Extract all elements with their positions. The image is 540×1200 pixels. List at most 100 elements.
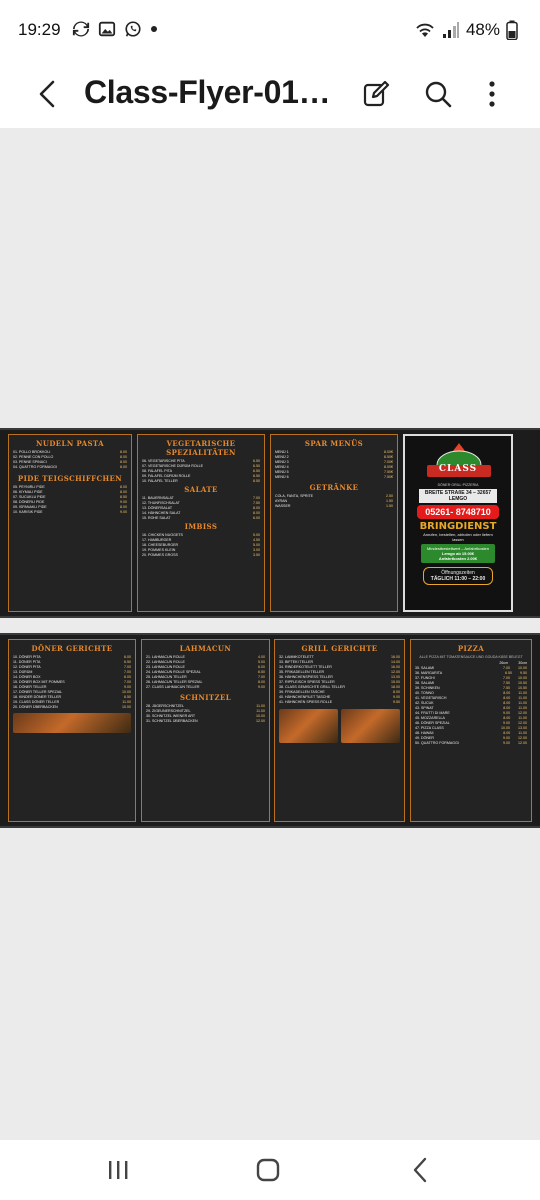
restaurant-address: BREITE STRAßE 34 – 32657 LEMGO	[419, 489, 497, 503]
restaurant-phone: 05261- 8748710	[417, 505, 499, 519]
edit-button[interactable]	[356, 72, 396, 116]
menu-panel-pasta: NUDELN PASTA 01. POLLO BROKKOLI 8.00 02. P…	[8, 434, 132, 612]
battery-percent: 48%	[465, 20, 500, 39]
panel-title: PIZZA	[457, 644, 485, 653]
menu-item-name: WASSER	[275, 504, 291, 508]
menu-item: 20. DÖNER ÜBERBACKEN 10.00	[13, 705, 131, 710]
panel-title: VEGETARISCHE SPEZIALITÄTEN	[166, 439, 236, 457]
image-icon	[98, 21, 116, 37]
dot-icon	[151, 26, 157, 32]
menu-panel-pizza: PIZZA ALLE PIZZA MIT TOMATENSAUCE UND GO…	[410, 639, 532, 822]
menu-item-price: 9.50	[393, 700, 400, 704]
flyer-page-1: NUDELN PASTA 01. POLLO BROKKOLI 8.00 02. P…	[0, 428, 540, 618]
panel-title: NUDELN PASTA	[36, 439, 104, 448]
menu-item-price: 9.00	[258, 685, 265, 689]
menu-item-price: 1.50	[386, 504, 393, 508]
search-button[interactable]	[418, 72, 458, 116]
grill-food-photo-2	[341, 709, 400, 743]
menu-item-name: 31. SCHNITZEL ÜBERBACKEN	[146, 719, 198, 723]
wifi-icon	[416, 23, 434, 37]
menu-item: 15. ROHE SALAT 6.00	[142, 516, 260, 521]
menu-item: 20. POMMES GROSS 3.50	[142, 553, 260, 558]
status-left-icons	[72, 20, 158, 38]
flyer-page-2: DÖNER GERICHTE 10. DÖNER PITA 6.00 11. DÖN…	[0, 633, 540, 828]
battery-icon	[506, 20, 518, 40]
panel-title-2: GETRÄNKE	[309, 483, 359, 492]
menu-item-price: 7.50€	[384, 475, 393, 479]
menu-item: MENÜ 6 7.50€	[275, 475, 393, 480]
panel-title-3: IMBISS	[184, 522, 218, 531]
menu-item-name: 04. QUATTRO FORMAGGI	[13, 465, 57, 469]
menu-item-price: 10.00	[122, 705, 131, 709]
menu-item-price: 12.00	[518, 741, 527, 745]
home-button[interactable]	[238, 1150, 298, 1190]
menu-item-name: 41. HÄHNCHEN SPIESS ROLLE	[279, 700, 333, 704]
hours-value: TÄGLICH 11:00 – 22:00	[430, 576, 486, 582]
restaurant-info-panel: CLASS DÖNER·GRILL·PIZZERIA BREITE STRAßE…	[403, 434, 513, 612]
back-nav-button[interactable]	[390, 1150, 450, 1190]
status-bar: 19:29 48%	[0, 0, 540, 60]
document-title: Class-Flyer-01…	[84, 74, 331, 110]
back-button[interactable]	[30, 72, 64, 116]
menu-item-price: 3.50	[253, 553, 260, 557]
menu-item-name: 10. KARISIK PIDE	[13, 510, 43, 514]
menu-item-price: 8.50	[253, 479, 260, 483]
menu-item: 27. CLASS LAHMACUN TELLER 9.00	[146, 685, 265, 690]
more-icon	[489, 81, 495, 107]
menu-panel-doner: DÖNER GERICHTE 10. DÖNER PITA 6.00 11. DÖN…	[8, 639, 136, 822]
chevron-left-icon	[39, 80, 55, 108]
panel-title-2: SALATE	[184, 485, 218, 494]
restaurant-logo	[427, 443, 491, 477]
app-bar: Class-Flyer-01…	[0, 60, 540, 128]
system-nav-bar	[0, 1140, 540, 1200]
delivery-fee: Anfahrtkosten 2.00€	[438, 556, 478, 561]
brand-name: CLASS	[438, 464, 478, 474]
min-order-box: Mindestbestellwert – Anfahrtkosten Lemgo…	[421, 544, 495, 563]
menu-panel-vegetarian: VEGETARISCHE SPEZIALITÄTEN 06. VEGETARIS…	[137, 434, 265, 612]
panel-title-2: PIDE TEIGSCHIFFCHEN	[17, 474, 123, 483]
recents-icon	[109, 1161, 128, 1179]
panel-title-2: SCHNITZEL	[179, 693, 232, 702]
panel-title: GRILL GERICHTE	[301, 644, 378, 653]
brand-tagline: DÖNER·GRILL·PIZZERIA	[437, 483, 479, 487]
panel-title: SPAR MENÜS	[304, 439, 364, 448]
grill-food-photo-1	[279, 709, 338, 743]
back-nav-icon	[413, 1157, 427, 1183]
more-options-button[interactable]	[472, 72, 512, 116]
menu-item: WASSER 1.50	[275, 504, 393, 509]
menu-item-name: 20. DÖNER ÜBERBACKEN	[13, 705, 58, 709]
menu-item-name: 15. ROHE SALAT	[142, 516, 171, 520]
panel-title: DÖNER GERICHTE	[31, 644, 113, 653]
menu-item: 41. HÄHNCHEN SPIESS ROLLE 9.50	[279, 700, 400, 705]
menu-panel-lahmacun: LAHMACUN 21. LAHMACUN ROLLE 4.00 22. LAHMA…	[141, 639, 270, 822]
menu-item-price: 8.00	[120, 465, 127, 469]
panel-title: LAHMACUN	[179, 644, 232, 653]
menu-item-price: 6.00	[253, 516, 260, 520]
doner-food-photo	[13, 713, 131, 733]
sync-icon	[72, 21, 90, 37]
panel-subtitle: ALLE PIZZA MIT TOMATENSAUCE UND GOUDA KÄ…	[419, 655, 523, 659]
delivery-subtitle: Anrufen, bestellen, abholen oder liefern…	[423, 532, 493, 542]
menu-item-name: 10. FALAFEL TELLER	[142, 479, 178, 483]
opening-hours-box: Öffnungszeiten TÄGLICH 11:00 – 22:00	[423, 567, 493, 585]
menu-item: 04. QUATTRO FORMAGGI 8.00	[13, 465, 127, 470]
delivery-heading: BRINGDIENST	[419, 521, 497, 532]
menu-item: 10. FALAFEL TELLER 8.50	[142, 479, 260, 484]
document-viewer[interactable]: NUDELN PASTA 01. POLLO BROKKOLI 8.00 02. P…	[0, 128, 540, 1140]
menu-item-name: 20. POMMES GROSS	[142, 553, 178, 557]
menu-item-name: 27. CLASS LAHMACUN TELLER	[146, 685, 200, 689]
menu-item-price: 9.00	[120, 510, 127, 514]
menu-item: 31. SCHNITZEL ÜBERBACKEN 12.00	[146, 719, 265, 724]
status-time: 19:29	[18, 20, 61, 39]
menu-item-price: 9.00	[503, 741, 510, 745]
status-right-icons: 48%	[414, 20, 518, 40]
menu-item: 10. KARISIK PIDE 9.00	[13, 510, 127, 515]
recents-button[interactable]	[88, 1150, 148, 1190]
whatsapp-icon	[125, 21, 141, 37]
edit-icon	[363, 80, 390, 107]
menu-panel-grill: GRILL GERICHTE 32. LAMMKOTELETT 16.00 33. …	[274, 639, 405, 822]
menu-item: 50. QUATTRO FORMAGGI 9.00 12.00	[415, 741, 527, 746]
signal-icon	[442, 22, 459, 38]
home-icon	[256, 1158, 280, 1182]
menu-item-price: 12.00	[256, 719, 265, 723]
